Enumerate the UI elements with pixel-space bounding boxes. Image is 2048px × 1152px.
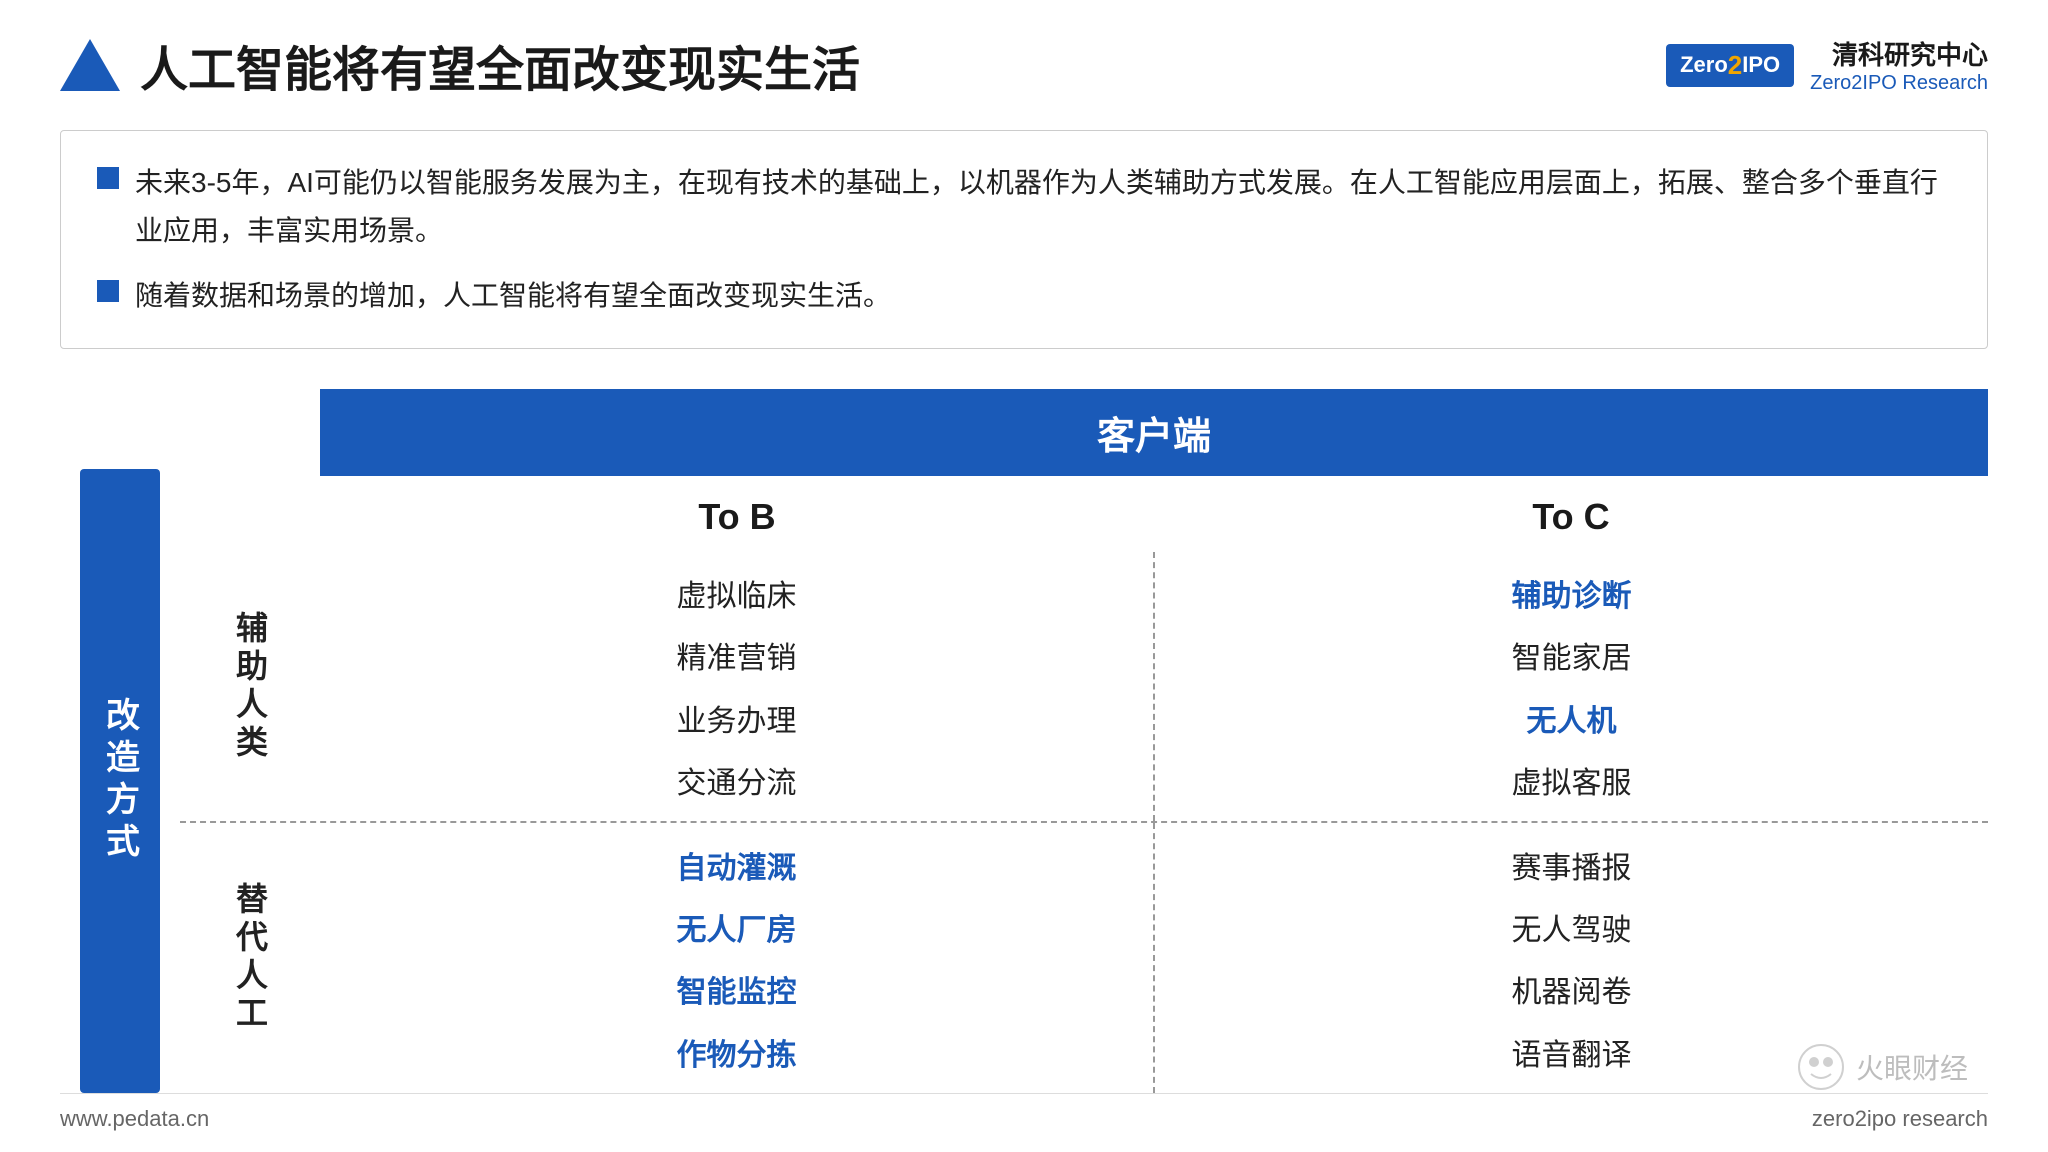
bullet-box: 未来3-5年，AI可能仍以智能服务发展为主，在现有技术的基础上，以机器作为人类辅… [60, 130, 1988, 349]
row-label-text-bottom: 替代人工 [227, 882, 273, 1034]
cell-bottom-right-item-0: 赛事播报 [1512, 843, 1632, 887]
watermark: 火眼财经 [1796, 1042, 1968, 1092]
y-axis-block: 改造方式 [60, 389, 180, 1093]
grid-header-row: 客户端 [180, 389, 1988, 476]
bullet-square-1 [97, 167, 119, 189]
row-label-text-top: 辅助人类 [227, 611, 273, 763]
grid-top-bar: 客户端 [320, 389, 1988, 476]
bullet-square-2 [97, 280, 119, 302]
cell-bottom-left: 自动灌溉 无人厂房 智能监控 作物分拣 [320, 823, 1155, 1093]
bullet-text-1: 未来3-5年，AI可能仍以智能服务发展为主，在现有技术的基础上，以机器作为人类辅… [135, 159, 1951, 254]
cell-bottom-left-item-3: 作物分拣 [677, 1030, 797, 1074]
row-side-label-bottom: 替代人工 [180, 823, 320, 1093]
cell-top-right-item-2: 无人机 [1527, 696, 1617, 740]
cell-bottom-right-item-2: 机器阅卷 [1512, 967, 1632, 1011]
cell-top-left-item-2: 业务办理 [677, 696, 797, 740]
watermark-text: 火眼财经 [1856, 1047, 1968, 1087]
footer-left: www.pedata.cn [60, 1106, 209, 1132]
half-cells-bottom: 自动灌溉 无人厂房 智能监控 作物分拣 赛事播报 无人驾驶 机器阅卷 语音翻译 [320, 823, 1988, 1093]
cell-bottom-left-item-0: 自动灌溉 [677, 843, 797, 887]
bullet-item-2: 随着数据和场景的增加，人工智能将有望全面改变现实生活。 [97, 272, 1951, 320]
logo-en: Zero2IPO Research [1810, 72, 1988, 95]
cell-top-right-item-0: 辅助诊断 [1512, 571, 1632, 615]
half-section-top: 辅助人类 虚拟临床 精准营销 业务办理 交通分流 辅助诊断 智能家居 无人机 [180, 552, 1988, 824]
page-title: 人工智能将有望全面改变现实生活 [140, 30, 860, 100]
y-axis-bar: 改造方式 [80, 469, 160, 1093]
diagram-area: 改造方式 客户端 To B To C 辅助人类 [60, 389, 1988, 1093]
logo-text-block: 清科研究中心 Zero2IPO Research [1810, 35, 1988, 95]
zero2ipo-logo: Zero2IPO [1666, 44, 1794, 87]
grid-area: 客户端 To B To C 辅助人类 虚拟临床 [180, 389, 1988, 1093]
logo-cn: 清科研究中心 [1810, 35, 1988, 72]
cell-bottom-right-item-3: 语音翻译 [1512, 1030, 1632, 1074]
header-right: Zero2IPO 清科研究中心 Zero2IPO Research [1666, 35, 1988, 95]
col-header-left: To B [320, 482, 1154, 552]
header-left: 人工智能将有望全面改变现实生活 [60, 30, 860, 100]
cell-top-right-item-3: 虚拟客服 [1512, 758, 1632, 802]
body-rows: 辅助人类 虚拟临床 精准营销 业务办理 交通分流 辅助诊断 智能家居 无人机 [180, 552, 1988, 1093]
cell-top-left: 虚拟临床 精准营销 业务办理 交通分流 [320, 552, 1155, 822]
cell-top-left-item-3: 交通分流 [677, 758, 797, 802]
page-container: 人工智能将有望全面改变现实生活 Zero2IPO 清科研究中心 Zero2IPO… [0, 0, 2048, 1152]
col-header-right: To C [1154, 482, 1988, 552]
bullet-text-2: 随着数据和场景的增加，人工智能将有望全面改变现实生活。 [135, 272, 891, 320]
triangle-icon [60, 39, 120, 91]
header: 人工智能将有望全面改变现实生活 Zero2IPO 清科研究中心 Zero2IPO… [60, 30, 1988, 100]
footer-right: zero2ipo research [1812, 1106, 1988, 1132]
row-side-label-top: 辅助人类 [180, 552, 320, 822]
half-cells-top: 虚拟临床 精准营销 业务办理 交通分流 辅助诊断 智能家居 无人机 虚拟客服 [320, 552, 1988, 822]
bullet-item-1: 未来3-5年，AI可能仍以智能服务发展为主，在现有技术的基础上，以机器作为人类辅… [97, 159, 1951, 254]
half-section-bottom: 替代人工 自动灌溉 无人厂房 智能监控 作物分拣 赛事播报 无人驾驶 机器阅卷 [180, 823, 1988, 1093]
watermark-icon [1796, 1042, 1846, 1092]
cell-top-left-item-1: 精准营销 [677, 633, 797, 677]
footer: www.pedata.cn zero2ipo research [60, 1093, 1988, 1132]
col-headers-row: To B To C [180, 482, 1988, 552]
cell-top-right-item-1: 智能家居 [1512, 633, 1632, 677]
cell-top-left-item-0: 虚拟临床 [677, 571, 797, 615]
y-axis-label: 改造方式 [96, 697, 145, 865]
cell-bottom-left-item-1: 无人厂房 [677, 905, 797, 949]
cell-top-right: 辅助诊断 智能家居 无人机 虚拟客服 [1155, 552, 1988, 822]
cell-bottom-left-item-2: 智能监控 [677, 967, 797, 1011]
cell-bottom-right-item-1: 无人驾驶 [1512, 905, 1632, 949]
